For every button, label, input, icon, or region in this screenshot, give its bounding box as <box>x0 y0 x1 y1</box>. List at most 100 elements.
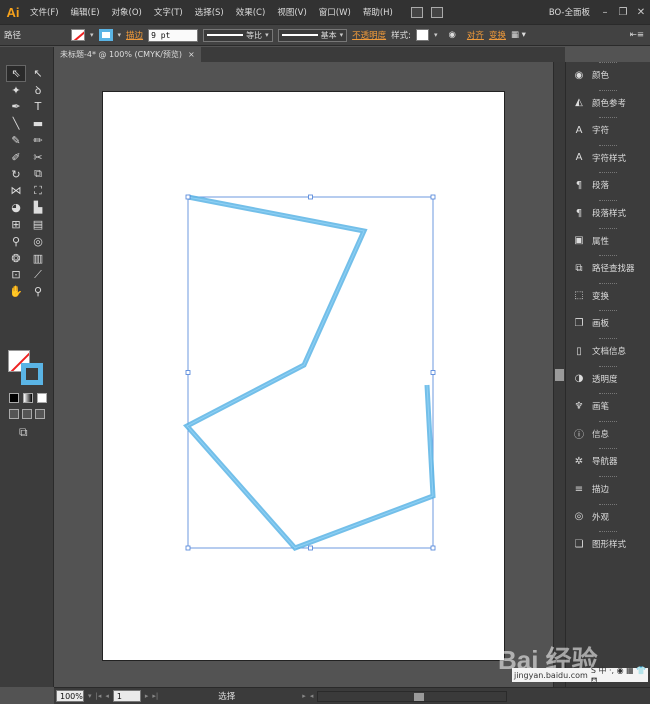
horizontal-scrollbar[interactable] <box>317 690 508 702</box>
bounding-box-handles[interactable] <box>185 194 436 551</box>
selection-tool-icon[interactable]: ⇖ <box>6 65 26 82</box>
document-tab[interactable]: 未标题-4* @ 100% (CMYK/预览) × <box>54 47 201 62</box>
magic-wand-icon[interactable]: ✦ <box>6 82 26 99</box>
restore-button[interactable]: ❐ <box>614 7 632 18</box>
panel-graphic-styles[interactable]: ❏ 图形样式 <box>566 533 650 555</box>
first-artboard-icon[interactable]: |◂ <box>96 692 102 700</box>
bounding-box-handle[interactable] <box>185 194 191 200</box>
panel-transform[interactable]: ⬚ 变换 <box>566 285 650 307</box>
perspective-grid-icon[interactable]: ▙ <box>28 199 48 216</box>
draw-behind-icon[interactable] <box>22 409 32 419</box>
panel-color[interactable]: ◉ 颜色 <box>566 64 650 86</box>
panel-navigator[interactable]: ✲ 导航器 <box>566 450 650 472</box>
zoom-dropdown-icon[interactable]: ▾ <box>88 692 92 700</box>
draw-normal-icon[interactable] <box>9 409 19 419</box>
pencil-icon[interactable]: ✏ <box>28 132 48 149</box>
scissors-icon[interactable]: ✂ <box>28 149 48 166</box>
bounding-box-handle[interactable] <box>185 370 191 375</box>
brush-definition[interactable]: 基本 ▾ <box>277 28 348 42</box>
chevron-down-icon[interactable]: ▾ <box>118 31 122 39</box>
draw-inside-icon[interactable] <box>35 409 45 419</box>
panel-character-styles[interactable]: A 字符样式 <box>566 147 650 169</box>
bounding-box-handle[interactable] <box>185 545 191 551</box>
scale-tool-icon[interactable]: ⧉ <box>28 166 48 183</box>
artboard-number-field[interactable]: 1 <box>112 690 141 702</box>
panel-menu-icon[interactable]: ⇤≡ <box>630 30 644 40</box>
bounding-box-handle[interactable] <box>308 194 313 200</box>
rectangle-tool-icon[interactable]: ▬ <box>28 115 48 132</box>
zoom-field[interactable]: 100% <box>56 690 84 702</box>
panel-stroke[interactable]: ≡ 描边 <box>566 478 650 500</box>
menu-item[interactable]: 文件(F) <box>24 6 65 18</box>
opacity-link[interactable]: 不透明度 <box>352 29 386 41</box>
previous-artboard-icon[interactable]: ◂ <box>105 692 109 700</box>
variable-width-profile[interactable]: 等比 ▾ <box>203 28 273 42</box>
column-graph-icon[interactable]: ▥ <box>28 250 48 267</box>
graphic-style-swatch[interactable] <box>415 29 429 41</box>
close-button[interactable]: ✕ <box>632 7 650 18</box>
bridge-icon[interactable] <box>410 6 423 18</box>
blob-brush-icon[interactable]: ✐ <box>6 149 26 166</box>
pen-tool-icon[interactable]: ✒ <box>6 99 26 116</box>
zoom-tool-icon[interactable]: ⚲ <box>28 283 48 300</box>
chevron-down-icon[interactable]: ▾ <box>90 31 94 39</box>
shape-builder-icon[interactable]: ◕ <box>6 199 26 216</box>
panel-artboards[interactable]: ❐ 画板 <box>566 312 650 334</box>
horizontal-scroll-thumb[interactable] <box>414 692 425 701</box>
panel-info[interactable]: ⓘ 信息 <box>566 423 650 445</box>
hand-tool-icon[interactable]: ✋ <box>6 283 26 300</box>
none-mode-button[interactable] <box>37 393 47 403</box>
direct-selection-tool-icon[interactable]: ↖ <box>28 65 48 82</box>
panel-color-guide[interactable]: ◭ 颜色参考 <box>566 92 650 114</box>
arrange-documents-icon[interactable] <box>430 6 443 18</box>
width-tool-icon[interactable]: ⋈ <box>6 183 26 200</box>
stroke-weight-input[interactable]: 9 pt <box>148 28 199 42</box>
last-artboard-icon[interactable]: ▸| <box>152 692 158 700</box>
mesh-tool-icon[interactable]: ⊞ <box>6 216 26 233</box>
arrange-icon[interactable]: ▦ ▾ <box>511 30 526 40</box>
rotate-tool-icon[interactable]: ↻ <box>6 166 26 183</box>
scroll-left-icon[interactable]: ◂ <box>310 692 314 700</box>
menu-item[interactable]: 对象(O) <box>106 6 148 18</box>
bounding-box-handle[interactable] <box>308 545 313 551</box>
artboard-tool-icon[interactable]: ⊡ <box>6 267 26 284</box>
screen-mode-icon[interactable]: ⧉ <box>19 425 28 440</box>
panel-transparency[interactable]: ◑ 透明度 <box>566 368 650 390</box>
menu-item[interactable]: 编辑(E) <box>65 6 106 18</box>
vertical-scrollbar[interactable] <box>553 62 565 687</box>
bounding-box-handle[interactable] <box>430 194 436 200</box>
chevron-down-icon[interactable]: ▾ <box>434 31 438 39</box>
gradient-tool-icon[interactable]: ▤ <box>28 216 48 233</box>
bounding-box-handle[interactable] <box>430 370 436 375</box>
fill-stroke-widget[interactable] <box>8 350 44 386</box>
vertical-scroll-thumb[interactable] <box>555 369 564 381</box>
color-mode-button[interactable] <box>9 393 19 403</box>
menu-item[interactable]: 文字(T) <box>148 6 189 18</box>
minimize-button[interactable]: – <box>596 7 614 18</box>
symbol-sprayer-icon[interactable]: ❂ <box>6 250 26 267</box>
eyedropper-icon[interactable]: ⚲ <box>6 233 26 250</box>
next-artboard-icon[interactable]: ▸ <box>145 692 149 700</box>
panel-paragraph-styles[interactable]: ¶ 段落样式 <box>566 202 650 224</box>
panel-attributes[interactable]: ▣ 属性 <box>566 230 650 252</box>
canvas-area[interactable] <box>54 62 553 687</box>
transform-link[interactable]: 变换 <box>489 29 506 41</box>
stroke-link[interactable]: 描边 <box>126 29 143 41</box>
menu-item[interactable]: 窗口(W) <box>313 6 357 18</box>
bounding-box-handle[interactable] <box>430 545 436 551</box>
panel-character[interactable]: A 字符 <box>566 119 650 141</box>
menu-item[interactable]: 帮助(H) <box>357 6 399 18</box>
line-tool-icon[interactable]: ╲ <box>6 115 26 132</box>
align-link[interactable]: 对齐 <box>467 29 484 41</box>
selected-path-centerline[interactable] <box>186 196 434 549</box>
stroke-swatch[interactable] <box>98 29 113 41</box>
status-menu-icon[interactable]: ▸ <box>302 692 306 700</box>
free-transform-icon[interactable]: ⛶ <box>28 183 48 200</box>
lasso-icon[interactable]: ꝺ <box>28 82 48 99</box>
paintbrush-icon[interactable]: ✎ <box>6 132 26 149</box>
blend-tool-icon[interactable]: ◎ <box>28 233 48 250</box>
close-tab-icon[interactable]: × <box>188 50 195 59</box>
panel-document-info[interactable]: ▯ 文档信息 <box>566 340 650 362</box>
panel-appearance[interactable]: ◎ 外观 <box>566 506 650 528</box>
menu-item[interactable]: 选择(S) <box>189 6 230 18</box>
